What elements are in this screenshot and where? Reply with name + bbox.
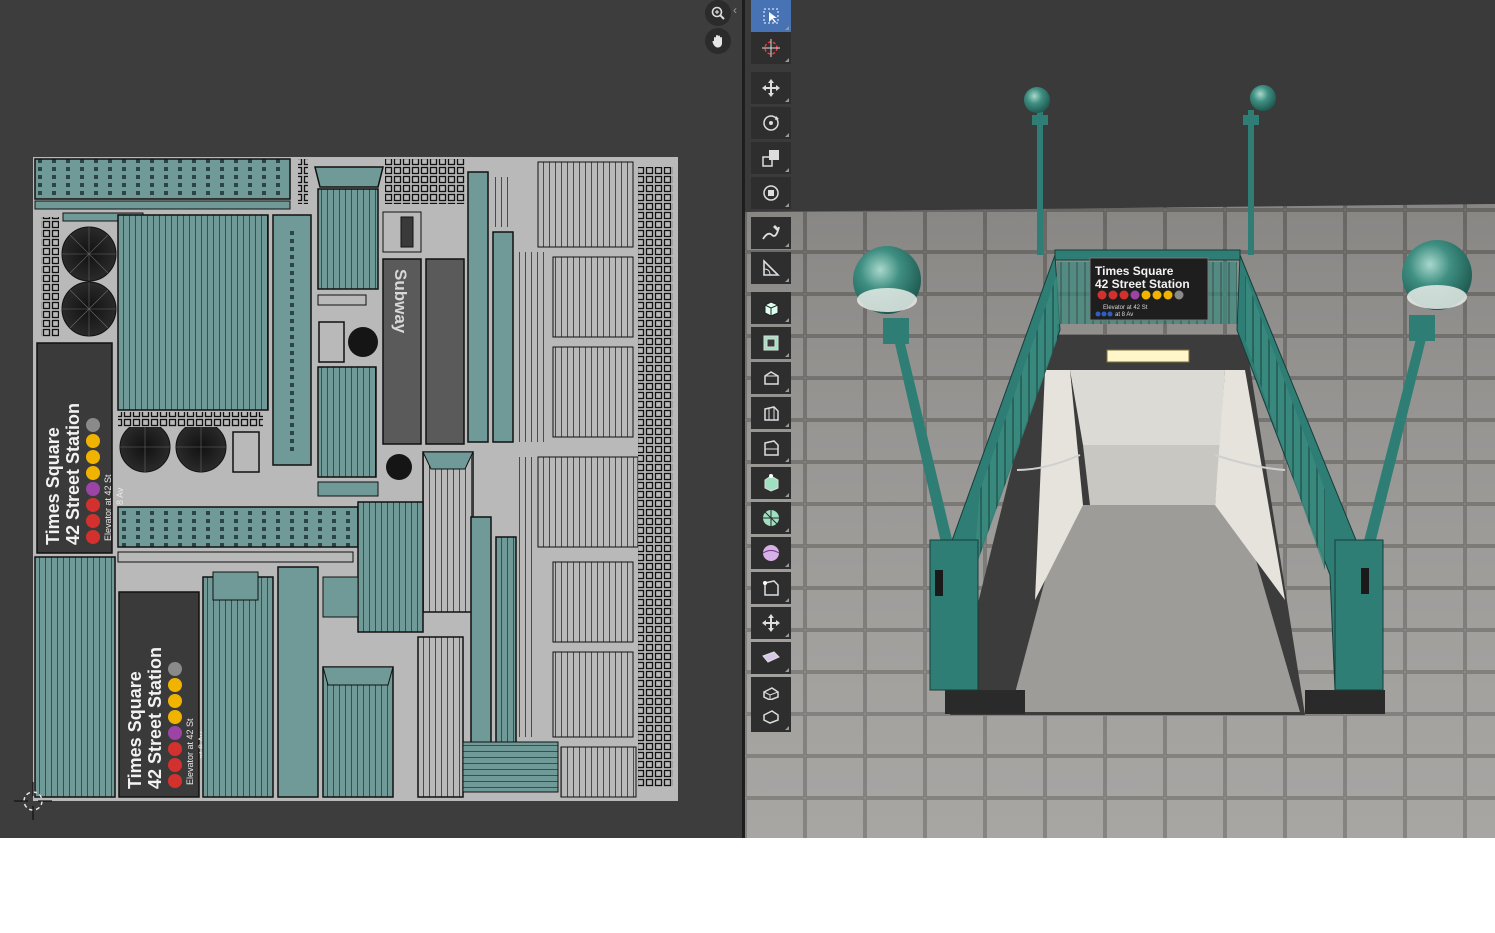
measure-icon	[763, 259, 780, 276]
tool-edge-slide[interactable]	[751, 607, 791, 639]
transform-icon	[763, 185, 779, 201]
tool-options-corner-icon	[785, 26, 789, 30]
tool-options-corner-icon	[785, 528, 789, 532]
uv-layout: Times Square 42 Street Station Elevator …	[34, 158, 673, 798]
tool-loop-cut[interactable]	[751, 432, 791, 464]
zoom-button[interactable]	[705, 0, 731, 26]
tool-options-corner-icon	[785, 423, 789, 427]
rip-icon	[763, 710, 779, 724]
svg-text:Elevator at 42 St: Elevator at 42 St	[1103, 305, 1148, 311]
spin-icon	[762, 545, 780, 561]
zoom-icon	[711, 6, 725, 20]
uv-sign-secondary: Times Square 42 Street Station Elevator …	[118, 591, 207, 798]
svg-text:Elevator at 42 St: Elevator at 42 St	[103, 474, 113, 541]
tool-options-corner-icon	[785, 458, 789, 462]
svg-text:Elevator at 42 St: Elevator at 42 St	[185, 718, 195, 785]
shrink-fatten-icon	[762, 651, 780, 663]
collapse-arrow-icon[interactable]: ‹	[733, 3, 741, 17]
tool-bevel[interactable]	[751, 397, 791, 429]
svg-text:Times Square: Times Square	[43, 427, 63, 545]
tool-options-corner-icon	[785, 388, 789, 392]
tool-select-box[interactable]	[751, 0, 791, 32]
tool-options-corner-icon	[785, 353, 789, 357]
cursor-icon	[762, 39, 780, 57]
tool-options-corner-icon	[785, 203, 789, 207]
svg-text:at 8 Av: at 8 Av	[1115, 312, 1133, 318]
lamp-globe	[1024, 87, 1050, 113]
tool-poly-build[interactable]	[751, 502, 791, 534]
uv-editor[interactable]: ‹ Times Square 42 Street Station Elevato…	[0, 0, 742, 838]
tool-options-corner-icon	[785, 278, 789, 282]
add-cube-icon	[764, 301, 779, 317]
tool-options-corner-icon	[785, 168, 789, 172]
tool-options-corner-icon	[785, 726, 789, 730]
tool-options-corner-icon	[785, 318, 789, 322]
move-icon	[762, 79, 780, 97]
tool-inset[interactable]	[751, 362, 791, 394]
annotate-icon	[762, 225, 780, 240]
svg-text:Subway: Subway	[391, 269, 410, 334]
tool-options-corner-icon	[785, 133, 789, 137]
uv-sign-main: Times Square 42 Street Station Elevator …	[36, 342, 125, 554]
rotate-icon	[763, 115, 779, 131]
tool-shrink-fatten[interactable]	[751, 642, 791, 674]
inset-icon	[764, 371, 779, 385]
svg-text:Times Square: Times Square	[1095, 264, 1174, 278]
tool-options-corner-icon	[785, 563, 789, 567]
bevel-icon	[764, 406, 779, 421]
tool-options-corner-icon	[785, 668, 789, 672]
loop-cut-icon	[764, 440, 779, 456]
tool-rip[interactable]	[751, 700, 791, 732]
edge-slide-icon	[762, 614, 780, 632]
uv-texture-sheet[interactable]: Times Square 42 Street Station Elevator …	[33, 157, 678, 801]
tool-add-cube[interactable]	[751, 292, 791, 324]
poly-build-icon	[763, 510, 779, 526]
tool-extrude[interactable]	[751, 327, 791, 359]
pan-button[interactable]	[705, 28, 731, 54]
tool-move[interactable]	[751, 72, 791, 104]
tool-spin[interactable]	[751, 537, 791, 569]
tool-options-corner-icon	[785, 243, 789, 247]
svg-text:42 Street Station: 42 Street Station	[145, 647, 165, 789]
extrude-icon	[763, 335, 779, 351]
tool-annotate[interactable]	[751, 217, 791, 249]
tool-options-corner-icon	[785, 598, 789, 602]
svg-text:Times Square: Times Square	[125, 671, 145, 789]
tool-measure[interactable]	[751, 252, 791, 284]
2d-cursor-icon[interactable]	[14, 782, 52, 820]
tool-scale[interactable]	[751, 142, 791, 174]
hand-icon	[712, 35, 722, 48]
station-sign: Times Square 42 Street Station Elevator …	[1089, 257, 1209, 321]
tool-options-corner-icon	[785, 98, 789, 102]
tool-knife[interactable]	[751, 467, 791, 499]
tool-options-corner-icon	[785, 493, 789, 497]
tool-options-corner-icon	[785, 58, 789, 62]
scale-icon	[762, 150, 779, 167]
svg-text:42 Street Station: 42 Street Station	[63, 403, 83, 545]
tool-options-corner-icon	[785, 633, 789, 637]
blank-area	[0, 838, 1495, 933]
tool-smooth[interactable]	[751, 572, 791, 604]
tool-rotate[interactable]	[751, 107, 791, 139]
select-box-icon	[763, 8, 779, 24]
svg-text:42 Street Station: 42 Street Station	[1095, 277, 1190, 291]
tool-cursor[interactable]	[751, 32, 791, 64]
viewport-scene: Times Square 42 Street Station Elevator …	[745, 85, 1495, 838]
knife-icon	[764, 474, 779, 492]
3d-viewport[interactable]: Times Square 42 Street Station Elevator …	[745, 0, 1495, 838]
smooth-icon	[763, 580, 779, 596]
tool-transform[interactable]	[751, 177, 791, 209]
